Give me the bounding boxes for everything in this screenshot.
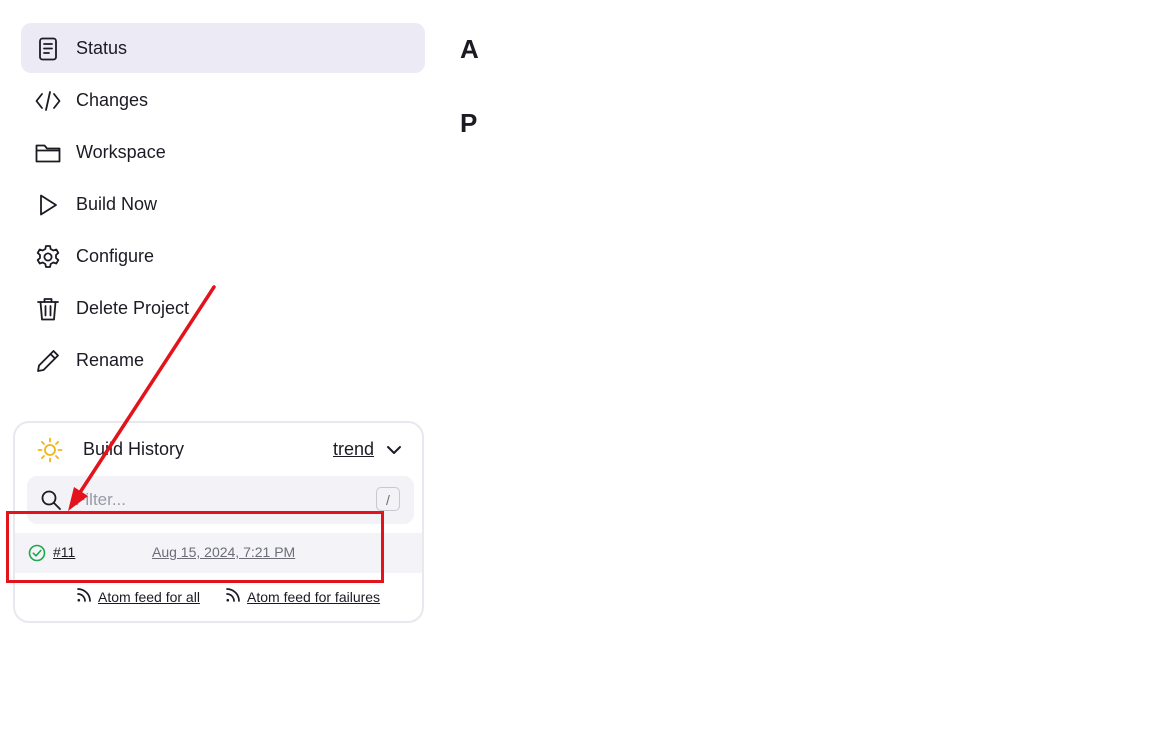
build-history-panel: Build History trend / #11 Aug 15, 2024, … <box>13 421 424 623</box>
chevron-down-icon[interactable] <box>385 441 403 459</box>
build-row[interactable]: #11 Aug 15, 2024, 7:21 PM <box>15 533 422 573</box>
sidebar-item-status[interactable]: Status <box>21 23 425 73</box>
build-history-title: Build History <box>83 439 185 459</box>
sidebar-item-label: Build Now <box>76 193 158 214</box>
sidebar-item-workspace[interactable]: Workspace <box>21 127 425 177</box>
sidebar-item-delete-project[interactable]: Delete Project <box>21 283 425 333</box>
sidebar-item-label: Changes <box>76 89 149 110</box>
filter-box: / <box>27 476 414 524</box>
pencil-icon <box>37 350 59 372</box>
page-title: A <box>460 34 479 64</box>
code-icon <box>35 91 61 111</box>
sidebar-item-label: Status <box>76 37 128 58</box>
shortcut-key: / <box>376 487 400 511</box>
atom-feed-failures-link[interactable]: Atom feed for failures <box>247 589 380 605</box>
rss-icon <box>77 588 91 602</box>
sidebar-item-changes[interactable]: Changes <box>21 75 425 125</box>
success-check-icon <box>28 544 46 562</box>
build-date-link[interactable]: Aug 15, 2024, 7:21 PM <box>152 544 295 560</box>
atom-feed-all-link[interactable]: Atom feed for all <box>98 589 200 605</box>
sidebar-item-label: Configure <box>76 245 155 266</box>
document-icon <box>39 37 57 61</box>
search-icon <box>41 490 61 510</box>
folder-icon <box>35 144 61 163</box>
sidebar-item-label: Delete Project <box>76 297 190 318</box>
sidebar-item-configure[interactable]: Configure <box>21 231 425 281</box>
rss-icon <box>226 588 240 602</box>
trend-link[interactable]: trend <box>333 439 374 460</box>
gear-icon <box>36 245 60 268</box>
sun-icon <box>37 437 63 463</box>
build-number-link[interactable]: #11 <box>53 544 75 560</box>
section-heading: P <box>460 108 478 138</box>
sidebar-item-label: Workspace <box>76 141 166 162</box>
sidebar-item-label: Rename <box>76 349 145 370</box>
sidebar-item-build-now[interactable]: Build Now <box>21 179 425 229</box>
sidebar-item-rename[interactable]: Rename <box>21 335 425 385</box>
play-icon <box>40 194 57 216</box>
filter-input[interactable] <box>75 476 365 524</box>
trash-icon <box>37 298 59 321</box>
